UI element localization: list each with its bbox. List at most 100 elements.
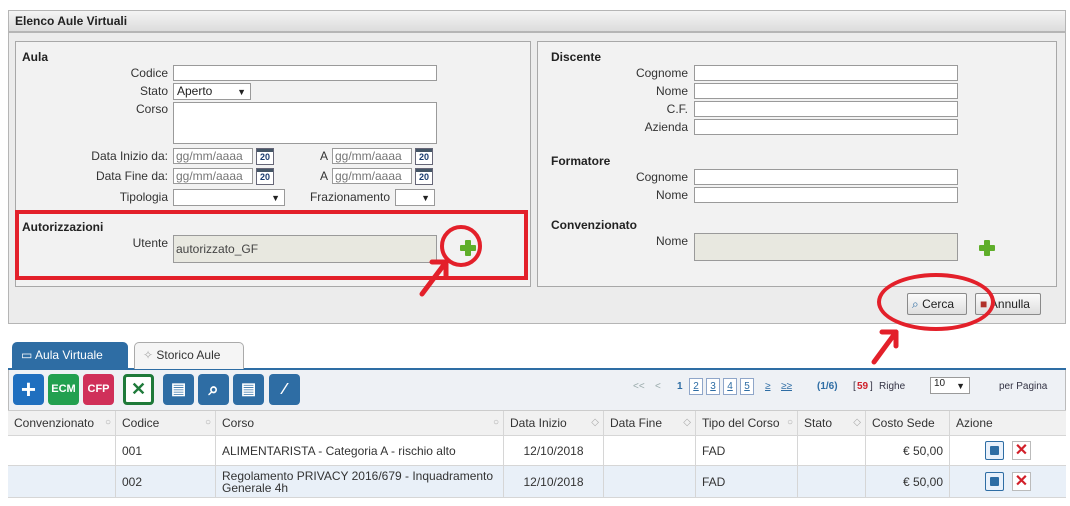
chevron-down-icon: ▼ xyxy=(271,193,280,203)
cell-data-inizio: 12/10/2018 xyxy=(504,436,604,465)
window-title: Elenco Aule Virtuali xyxy=(8,10,1066,32)
tipologia-label: Tipologia xyxy=(119,190,168,204)
calendar-icon[interactable]: 20 xyxy=(415,168,433,185)
column-header-stato[interactable]: Stato ◇ xyxy=(798,411,866,435)
discente-cognome-input[interactable] xyxy=(694,65,958,81)
table-row[interactable]: 002 Regolamento PRIVACY 2016/679 - Inqua… xyxy=(8,466,1066,498)
formatore-cognome-label: Cognome xyxy=(635,170,688,184)
edit-icon[interactable] xyxy=(985,472,1004,491)
pager-next[interactable]: ≥ xyxy=(765,381,771,392)
add-icon[interactable]: + xyxy=(13,374,44,405)
pager-last[interactable]: ≥≥ xyxy=(781,381,792,392)
pager-prev[interactable]: < xyxy=(655,381,661,392)
cell-stato xyxy=(798,436,866,465)
pager-page-3[interactable]: 3 xyxy=(706,378,720,395)
print-icon[interactable]: ▤ xyxy=(233,374,264,405)
table-row[interactable]: 001 ALIMENTARISTA - Categoria A - rischi… xyxy=(8,436,1066,466)
tab-bar: ▭ Aula Virtuale ✧ Storico Aule xyxy=(8,340,1066,370)
corso-label: Corso xyxy=(135,102,168,116)
add-convenzionato-icon[interactable] xyxy=(978,239,996,257)
convenzionato-nome-field[interactable] xyxy=(694,233,958,261)
calendar-icon[interactable]: 20 xyxy=(256,148,274,165)
monitor-icon: ▭ xyxy=(21,348,33,362)
pager-page-5[interactable]: 5 xyxy=(740,378,754,395)
excel-export-icon[interactable]: ✕ xyxy=(123,374,154,405)
header-label: Codice xyxy=(122,416,160,430)
convenzionato-section-title: Convenzionato xyxy=(551,218,637,232)
cell-data-inizio: 12/10/2018 xyxy=(504,466,604,497)
edit-icon[interactable] xyxy=(985,441,1004,460)
cell-costo: € 50,00 xyxy=(866,466,950,497)
tab-aula-virtuale-label: Aula Virtuale xyxy=(35,348,103,362)
search-icon[interactable]: ⌕ xyxy=(198,374,229,405)
stato-label: Stato xyxy=(139,84,168,98)
column-header-data-inizio[interactable]: Data Inizio ◇ xyxy=(504,411,604,435)
table-header-row: Convenzionato ○ Codice ○ Corso ○ Data Inizi… xyxy=(8,410,1066,436)
frazionamento-label: Frazionamento xyxy=(309,190,390,204)
column-header-tipo-corso[interactable]: Tipo del Corso ○ xyxy=(696,411,798,435)
pager-page-4[interactable]: 4 xyxy=(723,378,737,395)
print-icon[interactable]: ▤ xyxy=(163,374,194,405)
codice-input[interactable] xyxy=(173,65,437,81)
data-fine-label: Data Fine da: xyxy=(95,169,168,183)
data-inizio-da-input[interactable] xyxy=(173,148,253,164)
pager-page-2[interactable]: 2 xyxy=(689,378,703,395)
pager-total-close: ] xyxy=(870,381,873,392)
cell-codice: 001 xyxy=(116,436,216,465)
data-inizio-label: Data Inizio da: xyxy=(91,149,168,163)
pager-per-pagina-label: per Pagina xyxy=(999,381,1048,392)
pager-total-count: 59 xyxy=(857,381,869,392)
stato-select-value: Aperto xyxy=(177,84,213,98)
column-header-costo-sede[interactable]: Costo Sede xyxy=(866,411,950,435)
cell-codice: 002 xyxy=(116,466,216,497)
data-fine-da-input[interactable] xyxy=(173,168,253,184)
annulla-label: Annulla xyxy=(989,297,1030,311)
pager-first[interactable]: << xyxy=(633,381,645,392)
pager-righe-label: Righe xyxy=(879,381,906,392)
per-page-select[interactable]: 10 ▼ xyxy=(930,377,970,394)
column-header-convenzionato[interactable]: Convenzionato ○ xyxy=(8,411,116,435)
frazionamento-select[interactable]: ▼ xyxy=(395,189,435,206)
discente-nome-label: Nome xyxy=(655,84,688,98)
magic-wand-icon[interactable]: ⁄ xyxy=(269,374,300,405)
cell-costo: € 50,00 xyxy=(866,436,950,465)
discente-panel: Discente Cognome Nome C.F. Azienda Forma… xyxy=(537,41,1057,287)
header-label: Data Fine xyxy=(610,416,663,430)
column-header-corso[interactable]: Corso ○ xyxy=(216,411,504,435)
calendar-icon[interactable]: 20 xyxy=(256,168,274,185)
corso-textarea[interactable] xyxy=(173,102,437,144)
delete-icon[interactable]: ✕ xyxy=(1012,472,1031,491)
data-fine-a-label: A xyxy=(319,169,328,183)
calendar-icon[interactable]: 20 xyxy=(415,148,433,165)
pager-total-open: [ xyxy=(853,381,856,392)
pager-current-page: 1 xyxy=(677,381,683,392)
cfp-button[interactable]: CFP xyxy=(83,374,114,405)
discente-nome-input[interactable] xyxy=(694,83,958,99)
formatore-section-title: Formatore xyxy=(551,154,611,168)
tab-storico-aule[interactable]: ✧ Storico Aule xyxy=(134,342,244,369)
formatore-nome-input[interactable] xyxy=(694,187,958,203)
tab-aula-virtuale[interactable]: ▭ Aula Virtuale xyxy=(12,342,128,369)
cell-azione: ✕ xyxy=(950,466,1066,497)
discente-azienda-label: Azienda xyxy=(644,120,688,134)
header-label: Data Inizio xyxy=(510,416,567,430)
discente-cf-label: C.F. xyxy=(666,102,688,116)
discente-cf-input[interactable] xyxy=(694,101,958,117)
header-label: Convenzionato xyxy=(14,416,95,430)
sort-icon: ◇ xyxy=(683,417,691,428)
column-header-data-fine[interactable]: Data Fine ◇ xyxy=(604,411,696,435)
cell-convenzionato xyxy=(8,466,116,497)
ecm-button[interactable]: ECM xyxy=(48,374,79,405)
tipologia-select[interactable]: ▼ xyxy=(173,189,285,206)
discente-azienda-input[interactable] xyxy=(694,119,958,135)
stato-select[interactable]: Aperto ▼ xyxy=(173,83,251,100)
data-inizio-a-input[interactable] xyxy=(332,148,412,164)
formatore-cognome-input[interactable] xyxy=(694,169,958,185)
search-icon: ○ xyxy=(492,417,499,428)
column-header-codice[interactable]: Codice ○ xyxy=(116,411,216,435)
header-label: Stato xyxy=(804,416,833,430)
pager-page-info: (1/6) xyxy=(817,381,838,392)
formatore-nome-label: Nome xyxy=(655,188,688,202)
delete-icon[interactable]: ✕ xyxy=(1012,441,1031,460)
data-fine-a-input[interactable] xyxy=(332,168,412,184)
